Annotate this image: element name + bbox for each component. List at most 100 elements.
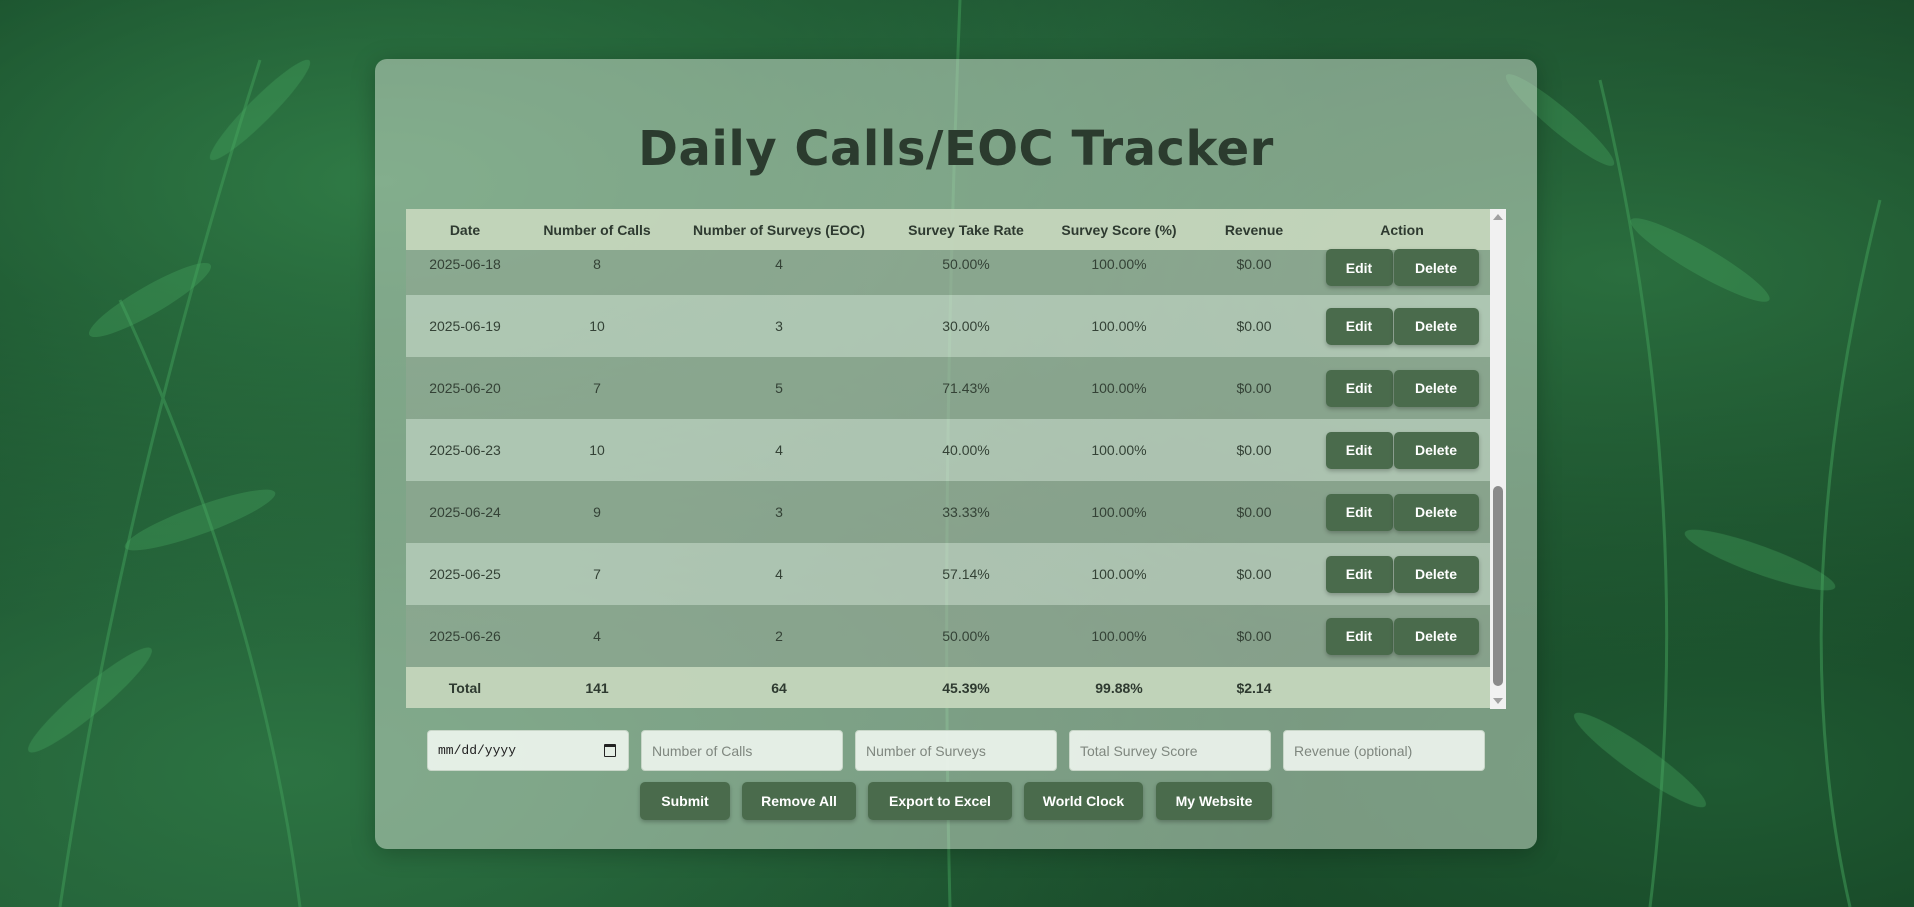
action-buttons: Submit Remove All Export to Excel World … <box>375 782 1537 820</box>
cell-calls: 9 <box>593 504 601 520</box>
table-row: 2025-06-19 10 3 30.00% 100.00% $0.00 Edi… <box>406 295 1490 357</box>
cell-score: 100.00% <box>1091 504 1147 520</box>
delete-button[interactable]: Delete <box>1393 369 1479 407</box>
cell-revenue: $0.00 <box>1236 628 1272 644</box>
table-scrollbar[interactable] <box>1490 209 1506 709</box>
delete-button[interactable]: Delete <box>1393 249 1479 286</box>
cell-calls: 8 <box>593 256 601 272</box>
tracker-card: Daily Calls/EOC Tracker Date Number of C… <box>375 59 1537 849</box>
table-total-row: Total 141 64 45.39% 99.88% $2.14 <box>406 667 1490 708</box>
cell-actions: Edit Delete <box>1314 481 1490 543</box>
remove-all-button[interactable]: Remove All <box>742 782 856 820</box>
cell-surveys: 4 <box>775 566 783 582</box>
cell-calls: 10 <box>589 442 605 458</box>
cell-revenue: $0.00 <box>1236 504 1272 520</box>
cell-calls: 10 <box>589 318 605 334</box>
cell-score: 100.00% <box>1091 256 1147 272</box>
cell-score: 100.00% <box>1091 628 1147 644</box>
cell-actions: Edit Delete <box>1314 543 1490 605</box>
surveys-input-placeholder: Number of Surveys <box>866 742 986 759</box>
edit-button[interactable]: Edit <box>1325 617 1393 655</box>
scrollbar-thumb[interactable] <box>1493 486 1503 686</box>
cell-date: 2025-06-24 <box>429 504 501 520</box>
export-excel-button[interactable]: Export to Excel <box>868 782 1012 820</box>
survey-score-input-placeholder: Total Survey Score <box>1080 742 1198 759</box>
cell-score: 100.00% <box>1091 380 1147 396</box>
cell-calls: 4 <box>593 628 601 644</box>
cell-actions: Edit Delete <box>1314 605 1490 667</box>
entry-form: mm/dd/yyyy Number of Calls Number of Sur… <box>427 730 1487 771</box>
cell-score: 100.00% <box>1091 318 1147 334</box>
column-header-revenue: Revenue <box>1224 221 1284 238</box>
survey-score-input[interactable]: Total Survey Score <box>1069 730 1271 771</box>
cell-take-rate: 57.14% <box>942 566 990 582</box>
delete-button[interactable]: Delete <box>1393 555 1479 593</box>
tracker-table: Date Number of Calls Number of Surveys (… <box>406 209 1490 708</box>
column-header-score: Survey Score (%) <box>1061 221 1177 238</box>
cell-date: 2025-06-19 <box>429 318 501 334</box>
cell-surveys: 4 <box>775 256 783 272</box>
delete-button[interactable]: Delete <box>1393 617 1479 655</box>
total-revenue: $2.14 <box>1236 679 1272 696</box>
calendar-icon[interactable] <box>604 744 616 757</box>
table-row: 2025-06-24 9 3 33.33% 100.00% $0.00 Edit… <box>406 481 1490 543</box>
cell-revenue: $0.00 <box>1236 256 1272 272</box>
table-row: 2025-06-25 7 4 57.14% 100.00% $0.00 Edit… <box>406 543 1490 605</box>
cell-take-rate: 40.00% <box>942 442 990 458</box>
total-calls: 141 <box>585 679 609 696</box>
scroll-up-arrow-icon[interactable] <box>1493 214 1503 220</box>
my-website-button[interactable]: My Website <box>1156 782 1272 820</box>
calls-input-placeholder: Number of Calls <box>652 742 753 759</box>
cell-take-rate: 50.00% <box>942 628 990 644</box>
scroll-down-arrow-icon[interactable] <box>1493 698 1503 704</box>
tracker-table-container[interactable]: Date Number of Calls Number of Surveys (… <box>406 209 1506 709</box>
calls-input[interactable]: Number of Calls <box>641 730 843 771</box>
cell-date: 2025-06-18 <box>429 256 501 272</box>
total-label: Total <box>448 679 482 696</box>
cell-surveys: 3 <box>775 318 783 334</box>
cell-actions: Edit Delete <box>1314 295 1490 357</box>
column-header-surveys: Number of Surveys (EOC) <box>693 221 865 238</box>
table-row: 2025-06-20 7 5 71.43% 100.00% $0.00 Edit… <box>406 357 1490 419</box>
edit-button[interactable]: Edit <box>1325 431 1393 469</box>
cell-calls: 7 <box>593 566 601 582</box>
cell-actions: Edit Delete <box>1314 357 1490 419</box>
cell-calls: 7 <box>593 380 601 396</box>
delete-button[interactable]: Delete <box>1393 493 1479 531</box>
table-row: 2025-06-23 10 4 40.00% 100.00% $0.00 Edi… <box>406 419 1490 481</box>
surveys-input[interactable]: Number of Surveys <box>855 730 1057 771</box>
delete-button[interactable]: Delete <box>1393 431 1479 469</box>
cell-surveys: 5 <box>775 380 783 396</box>
cell-date: 2025-06-23 <box>429 442 501 458</box>
table-header-row: Date Number of Calls Number of Surveys (… <box>406 209 1490 250</box>
cell-score: 100.00% <box>1091 442 1147 458</box>
edit-button[interactable]: Edit <box>1325 307 1393 345</box>
cell-date: 2025-06-20 <box>429 380 501 396</box>
cell-score: 100.00% <box>1091 566 1147 582</box>
cell-revenue: $0.00 <box>1236 318 1272 334</box>
delete-button[interactable]: Delete <box>1393 307 1479 345</box>
column-header-calls: Number of Calls <box>543 221 651 238</box>
cell-actions: Edit Delete <box>1314 419 1490 481</box>
total-take-rate: 45.39% <box>942 679 990 696</box>
cell-revenue: $0.00 <box>1236 442 1272 458</box>
date-input[interactable]: mm/dd/yyyy <box>427 730 629 771</box>
cell-revenue: $0.00 <box>1236 380 1272 396</box>
edit-button[interactable]: Edit <box>1325 369 1393 407</box>
date-input-value: mm/dd/yyyy <box>438 743 517 758</box>
column-header-take-rate: Survey Take Rate <box>908 221 1024 238</box>
world-clock-button[interactable]: World Clock <box>1024 782 1143 820</box>
total-actions-empty <box>1314 667 1490 708</box>
column-header-date: Date <box>449 221 481 238</box>
edit-button[interactable]: Edit <box>1325 493 1393 531</box>
cell-actions: Edit Delete <box>1314 249 1490 295</box>
cell-take-rate: 30.00% <box>942 318 990 334</box>
cell-take-rate: 33.33% <box>942 504 990 520</box>
cell-revenue: $0.00 <box>1236 566 1272 582</box>
table-row: 2025-06-18 8 4 50.00% 100.00% $0.00 Edit… <box>406 249 1490 295</box>
cell-date: 2025-06-26 <box>429 628 501 644</box>
revenue-input[interactable]: Revenue (optional) <box>1283 730 1485 771</box>
submit-button[interactable]: Submit <box>640 782 730 820</box>
edit-button[interactable]: Edit <box>1325 249 1393 286</box>
edit-button[interactable]: Edit <box>1325 555 1393 593</box>
